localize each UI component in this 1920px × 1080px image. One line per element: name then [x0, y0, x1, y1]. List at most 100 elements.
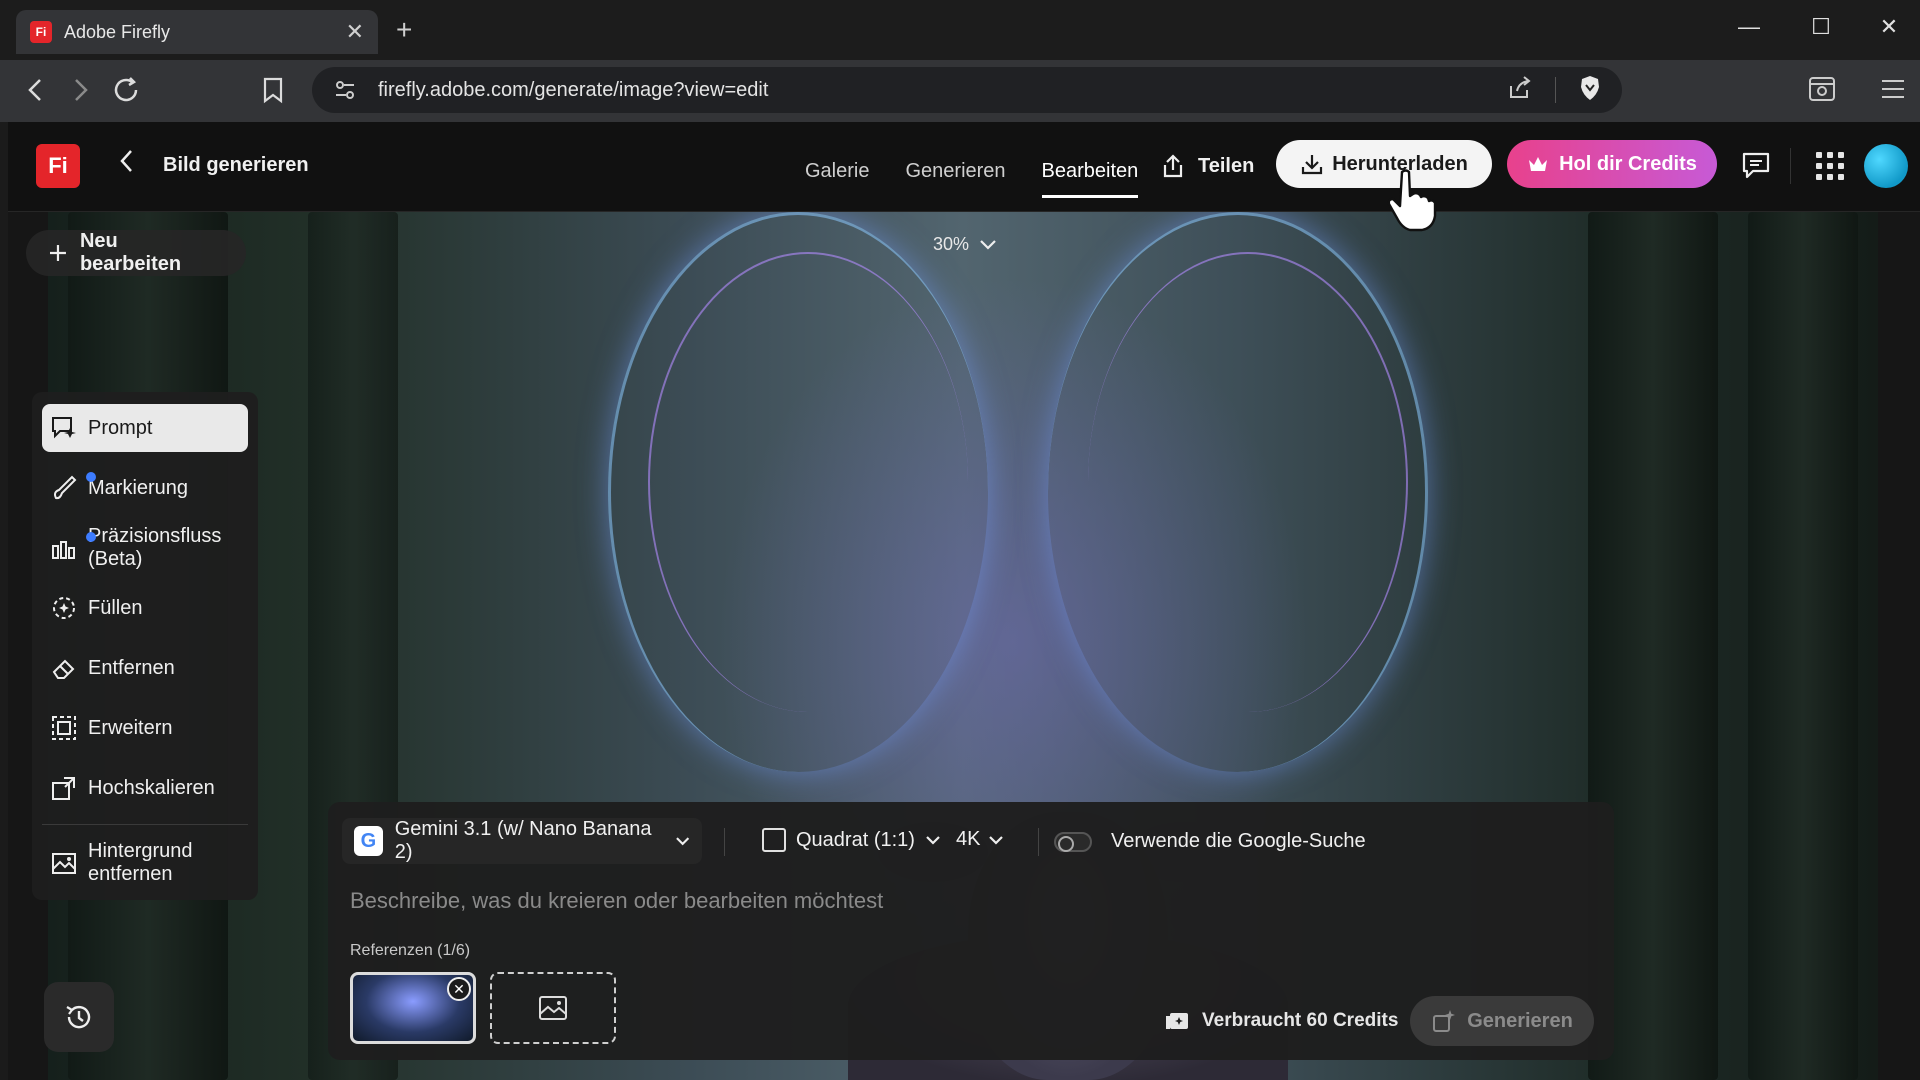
history-button[interactable] [44, 982, 114, 1052]
generate-button[interactable]: Generieren [1410, 996, 1594, 1046]
credits-icon [1166, 1013, 1188, 1029]
tab-bearbeiten[interactable]: Bearbeiten [1041, 160, 1139, 198]
sliders-icon [52, 541, 75, 559]
tab-title: Adobe Firefly [64, 21, 171, 42]
aspect-label: Quadrat (1:1) [796, 828, 915, 851]
edit-canvas: 30% Neu bearbeiten Prompt Markierung Prä… [8, 212, 1920, 1080]
share-button[interactable]: Teilen [1146, 142, 1268, 190]
expand-icon [52, 716, 76, 740]
reader-mode-icon[interactable] [1808, 76, 1836, 108]
tab-generieren[interactable]: Generieren [905, 160, 1005, 198]
generate-label: Generieren [1467, 1009, 1573, 1032]
zoom-control[interactable]: 30% [933, 234, 997, 255]
tool-label: Erweitern [88, 716, 173, 739]
download-button[interactable]: Herunterladen [1276, 140, 1492, 188]
history-icon [66, 1005, 91, 1029]
panel-divider [1038, 828, 1039, 856]
apps-grid-icon[interactable] [1816, 152, 1844, 180]
remove-reference-icon[interactable]: ✕ [447, 977, 471, 1001]
tool-label: Hochskalieren [88, 776, 215, 799]
reload-icon[interactable] [112, 76, 142, 112]
prompt-panel: G Gemini 3.1 (w/ Nano Banana 2) Quadrat … [328, 802, 1614, 1060]
tool-label: Markierung [88, 476, 189, 499]
brush-icon [54, 475, 77, 500]
tool-prompt[interactable]: Prompt [42, 404, 248, 452]
prompt-icon [52, 417, 76, 439]
download-icon [1302, 155, 1323, 175]
credits-usage: Verbraucht 60 Credits [1164, 1010, 1398, 1032]
aspect-ratio-select[interactable]: Quadrat (1:1) [762, 828, 941, 852]
new-edit-label: Neu bearbeiten [79, 230, 182, 275]
avatar[interactable] [1864, 144, 1908, 188]
url-text[interactable]: firefly.adobe.com/generate/image?view=ed… [378, 79, 1507, 102]
tool-fuellen[interactable]: Füllen [42, 584, 248, 632]
tool-praezisionsfluss[interactable]: Präzisionsfluss (Beta) [42, 524, 248, 572]
remove-background-icon [52, 853, 76, 874]
get-credits-button[interactable]: Hol dir Credits [1507, 140, 1717, 188]
browser-tab-bar: Fi Adobe Firefly ✕ + — ☐ ✕ [0, 0, 1920, 60]
new-feature-dot [86, 532, 96, 542]
tool-divider [42, 824, 248, 825]
resolution-select[interactable]: 4K [956, 828, 1004, 851]
tool-label: Prompt [88, 416, 153, 439]
browser-tab[interactable]: Fi Adobe Firefly ✕ [16, 10, 378, 54]
back-icon[interactable] [24, 76, 48, 110]
back-chevron-icon[interactable] [118, 148, 136, 181]
tool-label: Hintergrund entfernen [88, 840, 193, 885]
upscale-icon [52, 777, 75, 800]
tool-entfernen[interactable]: Entfernen [42, 644, 248, 692]
tool-label: Entfernen [88, 656, 175, 679]
new-edit-button[interactable]: Neu bearbeiten [26, 230, 246, 276]
google-search-toggle[interactable] [1054, 832, 1092, 852]
brave-shield-icon[interactable] [1578, 75, 1602, 106]
tool-label: Präzisionsfluss (Beta) [88, 525, 222, 570]
new-tab-icon[interactable]: + [396, 14, 412, 46]
references-label: Referenzen (1/6) [350, 942, 471, 959]
crown-icon [1529, 157, 1548, 171]
minimize-icon[interactable]: — [1734, 14, 1764, 40]
model-select[interactable]: G Gemini 3.1 (w/ Nano Banana 2) [342, 818, 702, 864]
plus-icon [49, 245, 66, 261]
close-window-icon[interactable]: ✕ [1874, 14, 1904, 40]
forward-icon[interactable] [68, 76, 92, 110]
tool-panel: Prompt Markierung Präzisionsfluss (Beta)… [32, 392, 258, 900]
google-search-label: Verwende die Google-Suche [1111, 830, 1366, 852]
share-page-icon[interactable] [1507, 75, 1533, 105]
tool-hintergrund-entfernen[interactable]: Hintergrund entfernen [42, 839, 248, 887]
maximize-icon[interactable]: ☐ [1806, 14, 1836, 40]
menu-icon[interactable] [1880, 76, 1906, 106]
google-logo-icon: G [354, 826, 383, 856]
hand-cursor-icon [1386, 168, 1438, 237]
firefly-logo[interactable]: Fi [36, 144, 80, 188]
panel-divider [724, 828, 725, 856]
site-settings-icon[interactable] [332, 77, 358, 103]
app-header: Fi Bild generieren Galerie Generieren Be… [8, 122, 1920, 212]
address-bar[interactable]: firefly.adobe.com/generate/image?view=ed… [312, 67, 1622, 113]
tab-galerie[interactable]: Galerie [805, 160, 869, 198]
chevron-down-icon [675, 837, 689, 846]
new-feature-dot [86, 472, 96, 482]
tool-markierung[interactable]: Markierung [42, 464, 248, 512]
browser-toolbar: firefly.adobe.com/generate/image?view=ed… [0, 60, 1920, 122]
chevron-down-icon [989, 835, 1004, 845]
feedback-chat-icon[interactable] [1741, 150, 1771, 185]
add-reference-button[interactable] [490, 972, 616, 1044]
model-label: Gemini 3.1 (w/ Nano Banana 2) [394, 818, 652, 863]
credits-usage-label: Verbraucht 60 Credits [1202, 1010, 1399, 1031]
tab-close-icon[interactable]: ✕ [346, 19, 364, 45]
prompt-input[interactable] [350, 884, 1590, 918]
resolution-label: 4K [956, 828, 981, 850]
firefly-favicon-icon: Fi [30, 21, 52, 43]
page-title: Bild generieren [163, 154, 309, 176]
header-divider [1790, 148, 1791, 184]
tool-label: Füllen [88, 596, 143, 619]
fill-icon [53, 597, 75, 619]
bookmark-icon[interactable] [262, 76, 284, 110]
reference-image-thumbnail[interactable]: ✕ [350, 972, 476, 1044]
square-icon [762, 828, 786, 852]
share-label: Teilen [1198, 154, 1255, 177]
tool-erweitern[interactable]: Erweitern [42, 704, 248, 752]
upload-share-icon [1163, 154, 1183, 178]
url-separator [1555, 77, 1556, 103]
tool-hochskalieren[interactable]: Hochskalieren [42, 764, 248, 812]
